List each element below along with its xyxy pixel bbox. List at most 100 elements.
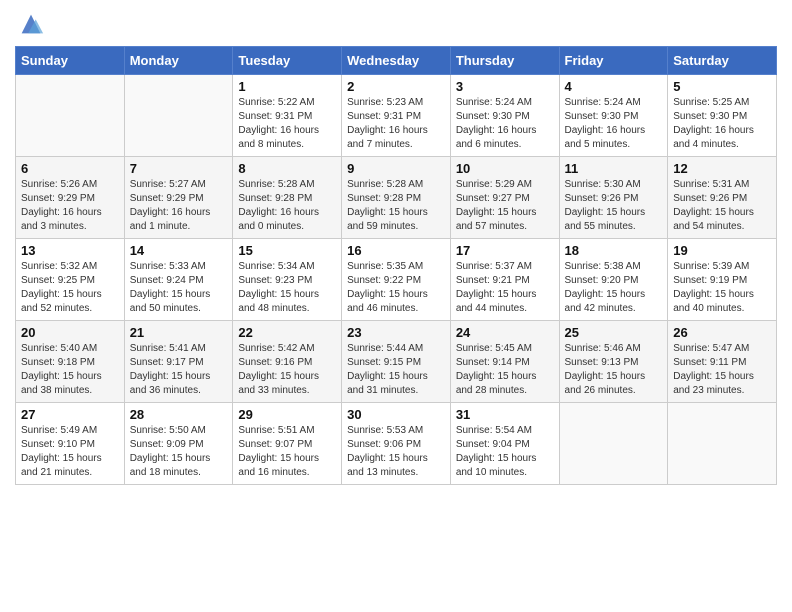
weekday-header-tuesday: Tuesday	[233, 47, 342, 75]
calendar-cell: 30 Sunrise: 5:53 AM Sunset: 9:06 PM Dayli…	[342, 403, 451, 485]
day-number: 9	[347, 161, 445, 176]
week-row-3: 13Sunrise: 5:32 AM Sunset: 9:25 PM Dayli…	[16, 239, 777, 321]
day-number: 25	[565, 325, 663, 340]
day-detail: Sunrise: 5:34 AM Sunset: 9:23 PM Dayligh…	[238, 260, 336, 316]
day-detail: Sunrise: 5:28 AM Sunset: 9:28 PM Dayligh…	[238, 178, 336, 234]
day-detail: Sunrise: 5:54 AM Sunset: 9:04 PM Dayligh…	[456, 424, 554, 480]
calendar-cell: 20 Sunrise: 5:40 AM Sunset: 9:18 PM Dayli…	[16, 321, 125, 403]
day-number: 13	[21, 243, 119, 258]
day-number: 1	[238, 79, 336, 94]
day-detail: Sunrise: 5:46 AM Sunset: 9:13 PM Dayligh…	[565, 342, 663, 398]
logo	[15, 10, 45, 38]
weekday-header-friday: Friday	[559, 47, 668, 75]
day-number: 8	[238, 161, 336, 176]
calendar-cell: 22 Sunrise: 5:42 AM Sunset: 9:16 PM Dayli…	[233, 321, 342, 403]
calendar-cell: 12 Sunrise: 5:31 AM Sunset: 9:26 PM Dayli…	[668, 157, 777, 239]
calendar-cell: 8 Sunrise: 5:28 AM Sunset: 9:28 PM Daylig…	[233, 157, 342, 239]
week-row-5: 27 Sunrise: 5:49 AM Sunset: 9:10 PM Dayli…	[16, 403, 777, 485]
day-detail: Sunrise: 5:35 AM Sunset: 9:22 PM Dayligh…	[347, 260, 445, 316]
day-number: 22	[238, 325, 336, 340]
calendar-cell: 18Sunrise: 5:38 AM Sunset: 9:20 PM Dayli…	[559, 239, 668, 321]
weekday-header-sunday: Sunday	[16, 47, 125, 75]
day-number: 6	[21, 161, 119, 176]
day-detail: Sunrise: 5:24 AM Sunset: 9:30 PM Dayligh…	[456, 96, 554, 152]
day-number: 21	[130, 325, 228, 340]
day-number: 7	[130, 161, 228, 176]
day-detail: Sunrise: 5:31 AM Sunset: 9:26 PM Dayligh…	[673, 178, 771, 234]
week-row-2: 6 Sunrise: 5:26 AM Sunset: 9:29 PM Daylig…	[16, 157, 777, 239]
day-number: 17	[456, 243, 554, 258]
day-number: 26	[673, 325, 771, 340]
calendar-cell: 27 Sunrise: 5:49 AM Sunset: 9:10 PM Dayli…	[16, 403, 125, 485]
day-number: 3	[456, 79, 554, 94]
day-number: 31	[456, 407, 554, 422]
day-detail: Sunrise: 5:25 AM Sunset: 9:30 PM Dayligh…	[673, 96, 771, 152]
calendar-cell: 17 Sunrise: 5:37 AM Sunset: 9:21 PM Dayli…	[450, 239, 559, 321]
calendar-cell	[124, 75, 233, 157]
calendar-cell	[559, 403, 668, 485]
day-number: 4	[565, 79, 663, 94]
day-detail: Sunrise: 5:38 AM Sunset: 9:20 PM Dayligh…	[565, 260, 663, 316]
day-number: 10	[456, 161, 554, 176]
day-detail: Sunrise: 5:37 AM Sunset: 9:21 PM Dayligh…	[456, 260, 554, 316]
calendar-cell: 14Sunrise: 5:33 AM Sunset: 9:24 PM Dayli…	[124, 239, 233, 321]
day-detail: Sunrise: 5:26 AM Sunset: 9:29 PM Dayligh…	[21, 178, 119, 234]
calendar-cell: 6 Sunrise: 5:26 AM Sunset: 9:29 PM Daylig…	[16, 157, 125, 239]
calendar-cell	[668, 403, 777, 485]
day-number: 5	[673, 79, 771, 94]
day-detail: Sunrise: 5:44 AM Sunset: 9:15 PM Dayligh…	[347, 342, 445, 398]
day-detail: Sunrise: 5:53 AM Sunset: 9:06 PM Dayligh…	[347, 424, 445, 480]
day-number: 29	[238, 407, 336, 422]
weekday-header-saturday: Saturday	[668, 47, 777, 75]
weekday-header-monday: Monday	[124, 47, 233, 75]
day-detail: Sunrise: 5:30 AM Sunset: 9:26 PM Dayligh…	[565, 178, 663, 234]
day-detail: Sunrise: 5:27 AM Sunset: 9:29 PM Dayligh…	[130, 178, 228, 234]
calendar-cell: 25 Sunrise: 5:46 AM Sunset: 9:13 PM Dayli…	[559, 321, 668, 403]
day-number: 27	[21, 407, 119, 422]
calendar-cell: 2 Sunrise: 5:23 AM Sunset: 9:31 PM Daylig…	[342, 75, 451, 157]
day-detail: Sunrise: 5:23 AM Sunset: 9:31 PM Dayligh…	[347, 96, 445, 152]
day-detail: Sunrise: 5:49 AM Sunset: 9:10 PM Dayligh…	[21, 424, 119, 480]
day-detail: Sunrise: 5:40 AM Sunset: 9:18 PM Dayligh…	[21, 342, 119, 398]
day-detail: Sunrise: 5:41 AM Sunset: 9:17 PM Dayligh…	[130, 342, 228, 398]
day-detail: Sunrise: 5:29 AM Sunset: 9:27 PM Dayligh…	[456, 178, 554, 234]
day-number: 23	[347, 325, 445, 340]
day-number: 2	[347, 79, 445, 94]
calendar-cell: 26Sunrise: 5:47 AM Sunset: 9:11 PM Dayli…	[668, 321, 777, 403]
day-detail: Sunrise: 5:39 AM Sunset: 9:19 PM Dayligh…	[673, 260, 771, 316]
calendar-cell: 15 Sunrise: 5:34 AM Sunset: 9:23 PM Dayli…	[233, 239, 342, 321]
day-detail: Sunrise: 5:51 AM Sunset: 9:07 PM Dayligh…	[238, 424, 336, 480]
day-number: 12	[673, 161, 771, 176]
day-number: 30	[347, 407, 445, 422]
calendar-cell: 11 Sunrise: 5:30 AM Sunset: 9:26 PM Dayli…	[559, 157, 668, 239]
calendar-cell: 5 Sunrise: 5:25 AM Sunset: 9:30 PM Daylig…	[668, 75, 777, 157]
calendar-cell: 29 Sunrise: 5:51 AM Sunset: 9:07 PM Dayli…	[233, 403, 342, 485]
calendar-cell: 4 Sunrise: 5:24 AM Sunset: 9:30 PM Daylig…	[559, 75, 668, 157]
calendar-cell: 19 Sunrise: 5:39 AM Sunset: 9:19 PM Dayli…	[668, 239, 777, 321]
day-number: 15	[238, 243, 336, 258]
calendar-cell: 28 Sunrise: 5:50 AM Sunset: 9:09 PM Dayli…	[124, 403, 233, 485]
calendar-cell	[16, 75, 125, 157]
calendar-cell: 10 Sunrise: 5:29 AM Sunset: 9:27 PM Dayli…	[450, 157, 559, 239]
calendar-cell: 24Sunrise: 5:45 AM Sunset: 9:14 PM Dayli…	[450, 321, 559, 403]
day-detail: Sunrise: 5:24 AM Sunset: 9:30 PM Dayligh…	[565, 96, 663, 152]
day-detail: Sunrise: 5:50 AM Sunset: 9:09 PM Dayligh…	[130, 424, 228, 480]
day-detail: Sunrise: 5:42 AM Sunset: 9:16 PM Dayligh…	[238, 342, 336, 398]
calendar-cell: 3 Sunrise: 5:24 AM Sunset: 9:30 PM Daylig…	[450, 75, 559, 157]
calendar-cell: 13Sunrise: 5:32 AM Sunset: 9:25 PM Dayli…	[16, 239, 125, 321]
day-number: 16	[347, 243, 445, 258]
calendar-cell: 21 Sunrise: 5:41 AM Sunset: 9:17 PM Dayli…	[124, 321, 233, 403]
calendar-cell: 7 Sunrise: 5:27 AM Sunset: 9:29 PM Daylig…	[124, 157, 233, 239]
week-row-1: 1 Sunrise: 5:22 AM Sunset: 9:31 PM Daylig…	[16, 75, 777, 157]
day-detail: Sunrise: 5:22 AM Sunset: 9:31 PM Dayligh…	[238, 96, 336, 152]
header	[15, 10, 777, 38]
calendar-cell: 16 Sunrise: 5:35 AM Sunset: 9:22 PM Dayli…	[342, 239, 451, 321]
day-number: 28	[130, 407, 228, 422]
calendar-cell: 31 Sunrise: 5:54 AM Sunset: 9:04 PM Dayli…	[450, 403, 559, 485]
day-number: 11	[565, 161, 663, 176]
day-number: 20	[21, 325, 119, 340]
weekday-header-wednesday: Wednesday	[342, 47, 451, 75]
day-number: 14	[130, 243, 228, 258]
day-detail: Sunrise: 5:28 AM Sunset: 9:28 PM Dayligh…	[347, 178, 445, 234]
day-number: 19	[673, 243, 771, 258]
